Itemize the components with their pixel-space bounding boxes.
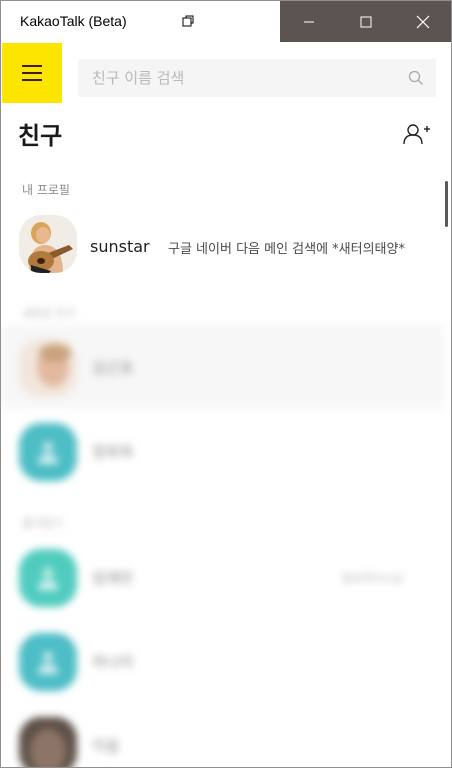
friend-row[interactable]: 김근호 bbox=[2, 325, 444, 409]
minimize-icon bbox=[303, 21, 314, 22]
friend-row[interactable]: 이음 bbox=[2, 703, 444, 767]
my-profile-row[interactable]: sunstar 구글 네이버 다음 메인 검색에 *새터의태양* bbox=[2, 207, 444, 283]
friend-status-message: 표브라더스날 bbox=[342, 572, 403, 585]
my-profile-status-message: 구글 네이버 다음 메인 검색에 *새터의태양* bbox=[168, 242, 405, 257]
my-profile-avatar[interactable] bbox=[19, 215, 77, 273]
maximize-icon bbox=[360, 16, 371, 27]
search-box bbox=[78, 59, 436, 97]
friend-row[interactable]: 정희옥 bbox=[2, 409, 444, 493]
friend-avatar bbox=[19, 717, 77, 767]
window-title: KakaoTalk (Beta) bbox=[20, 13, 127, 29]
search-input[interactable] bbox=[78, 59, 398, 97]
friend-name: 이음 bbox=[92, 737, 120, 755]
friends-list: 새로운 친구 김근호 정희옥 즐겨찾기 임재민 표브라더스날 하나리 이음 bbox=[1, 291, 451, 767]
default-profile-avatar bbox=[19, 423, 77, 481]
friend-avatar bbox=[19, 339, 77, 397]
person-icon bbox=[38, 568, 58, 590]
my-profile-name: sunstar bbox=[90, 237, 150, 256]
favorites-section-label: 즐겨찾기 bbox=[22, 517, 63, 530]
minimize-button[interactable] bbox=[280, 1, 337, 42]
updated-friends-section-label: 새로운 친구 bbox=[22, 307, 77, 320]
list-scrollbar[interactable] bbox=[445, 181, 448, 227]
menu-button[interactable] bbox=[2, 43, 62, 103]
friend-row[interactable]: 임재민 표브라더스날 bbox=[2, 535, 444, 619]
search-icon[interactable] bbox=[408, 70, 424, 86]
default-profile-avatar bbox=[19, 633, 77, 691]
person-icon bbox=[38, 652, 58, 674]
restore-window-icon[interactable] bbox=[181, 14, 195, 28]
add-friend-button[interactable] bbox=[401, 119, 433, 149]
my-profile-section-label: 내 프로필 bbox=[22, 183, 70, 197]
add-friend-icon bbox=[403, 124, 430, 145]
window-controls bbox=[280, 1, 451, 42]
friend-name: 임재민 bbox=[92, 569, 134, 587]
friend-name: 정희옥 bbox=[92, 443, 134, 461]
default-profile-avatar bbox=[19, 549, 77, 607]
friend-row[interactable]: 하나리 bbox=[2, 619, 444, 703]
friend-name: 하나리 bbox=[92, 653, 134, 671]
title-bar: KakaoTalk (Beta) bbox=[1, 1, 451, 42]
page-title: 친구 bbox=[18, 122, 63, 150]
maximize-button[interactable] bbox=[337, 1, 394, 42]
close-icon bbox=[416, 15, 429, 28]
friend-name: 김근호 bbox=[92, 359, 134, 377]
person-icon bbox=[38, 442, 58, 464]
close-button[interactable] bbox=[394, 1, 451, 42]
kakaotalk-window: KakaoTalk (Beta) 친구 이름 검색 친구 내 프로필 sunst… bbox=[0, 0, 452, 768]
hamburger-icon bbox=[22, 65, 42, 81]
